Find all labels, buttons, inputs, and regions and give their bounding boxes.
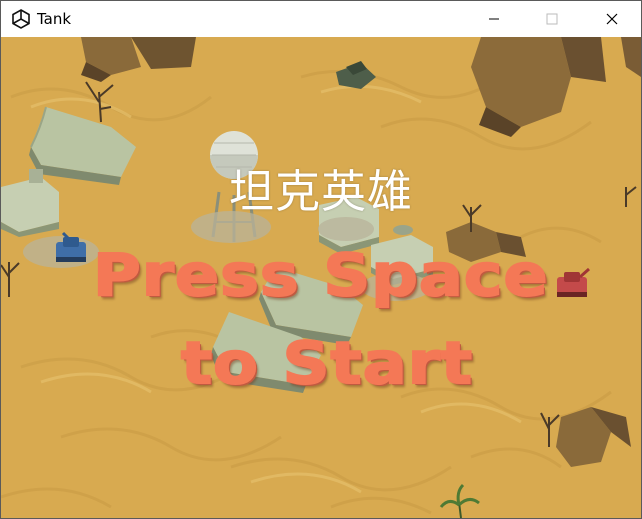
press-space-prompt: Press Space xyxy=(92,240,549,310)
minimize-icon xyxy=(489,18,499,20)
game-window: Tank 坦克英雄 Press Space to Start xyxy=(0,0,642,519)
game-title: 坦克英雄 xyxy=(228,165,413,218)
window-title: Tank xyxy=(37,10,72,28)
palm-plant xyxy=(439,483,480,518)
title-bar[interactable]: Tank xyxy=(1,1,641,37)
minimize-button[interactable] xyxy=(471,1,517,37)
red-tank xyxy=(557,267,590,297)
unity-logo-icon xyxy=(11,9,31,29)
rocks-top-right xyxy=(471,37,641,137)
maximize-button[interactable] xyxy=(529,1,575,37)
rocks-top-left xyxy=(81,37,196,82)
close-button[interactable] xyxy=(589,1,635,37)
game-viewport[interactable]: 坦克英雄 Press Space to Start xyxy=(1,37,641,518)
close-icon xyxy=(606,13,618,25)
to-start-prompt: to Start xyxy=(180,328,474,398)
maximize-icon xyxy=(546,13,558,25)
wrecked-tank xyxy=(336,61,376,89)
